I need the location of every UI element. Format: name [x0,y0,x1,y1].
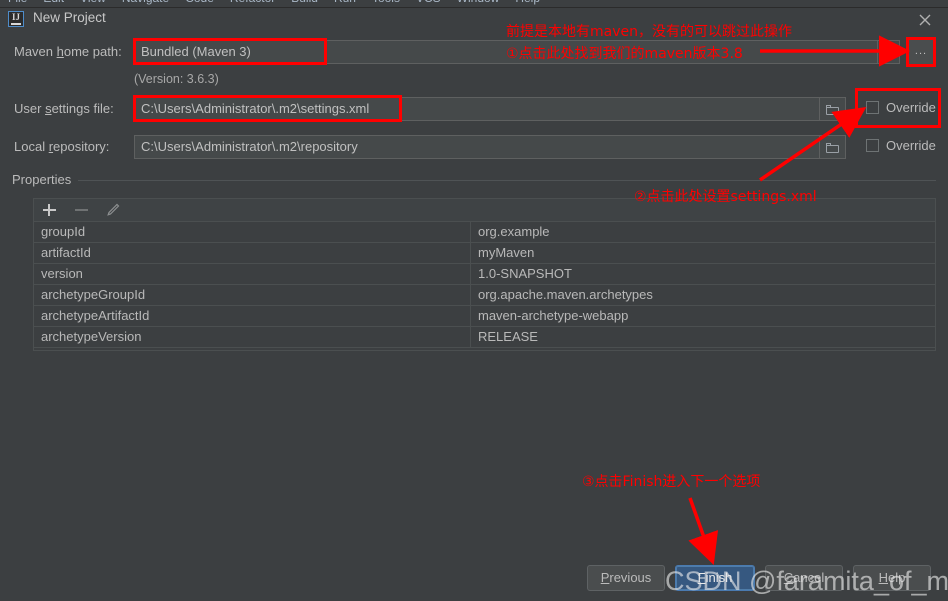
menu-item-window[interactable]: Window [457,0,500,5]
finish-button[interactable]: Finish [675,565,755,591]
previous-button[interactable]: Previous [587,565,665,591]
property-value-cell[interactable]: org.apache.maven.archetypes [471,285,935,305]
user-settings-file-label: User settings file: [14,101,114,116]
menu-item-view[interactable]: View [80,0,106,5]
local-repository-input[interactable]: C:\Users\Administrator\.m2\repository [134,135,820,159]
annotation-step-3: ③点击Finish进入下一个选项 [582,474,761,490]
property-key-cell[interactable]: artifactId [34,243,471,263]
property-value-cell[interactable]: myMaven [471,243,935,263]
minus-icon [72,201,90,219]
table-row[interactable]: archetypeGroupId org.apache.maven.archety… [34,285,935,306]
property-value-cell[interactable]: RELEASE [471,327,935,347]
checkbox-box [866,101,879,114]
local-repository-override-checkbox[interactable]: Override [866,138,936,153]
menu-item-vcs[interactable]: VCS [416,0,441,5]
menu-item-code[interactable]: Code [185,0,214,5]
plus-icon[interactable] [40,201,58,219]
property-key-cell[interactable]: archetypeVersion [34,327,471,347]
checkbox-box [866,139,879,152]
table-row[interactable]: version 1.0-SNAPSHOT [34,264,935,285]
user-settings-browse-button[interactable] [820,97,846,121]
dialog-titlebar: IJ New Project [0,7,948,32]
checkbox-label: Override [886,100,936,115]
menu-item-help[interactable]: Help [515,0,540,5]
properties-toolbar [33,198,936,221]
table-row[interactable]: archetypeArtifactId maven-archetype-webap… [34,306,935,327]
menu-item-refactor[interactable]: Refactor [230,0,275,5]
property-value-cell[interactable]: 1.0-SNAPSHOT [471,264,935,284]
properties-table[interactable]: groupId org.example artifactId myMaven versi… [33,221,936,351]
maven-home-browse-button[interactable]: ... [908,39,934,65]
property-value-cell[interactable]: maven-archetype-webapp [471,306,935,326]
help-button[interactable]: Help [853,565,931,591]
local-repository-browse-button[interactable] [820,135,846,159]
close-icon[interactable] [916,11,934,29]
user-settings-override-checkbox[interactable]: Override [866,100,936,115]
dialog-title: New Project [33,10,106,25]
menu-item-file[interactable]: File [8,0,27,5]
menu-item-run[interactable]: Run [334,0,356,5]
property-key-cell[interactable]: version [34,264,471,284]
local-repository-label: Local repository: [14,139,110,154]
property-key-cell[interactable]: archetypeArtifactId [34,306,471,326]
new-project-maven-dialog: File Edit View Navigate Code Refactor Bu… [0,0,948,601]
table-row[interactable]: archetypeVersion RELEASE [34,327,935,348]
menu-item-build[interactable]: Build [291,0,318,5]
maven-home-path-combobox[interactable]: Bundled (Maven 3) [134,40,878,64]
menu-item-navigate[interactable]: Navigate [122,0,169,5]
cancel-button[interactable]: Cancel [765,565,843,591]
folder-icon [826,105,839,115]
menu-item-edit[interactable]: Edit [43,0,64,5]
property-key-cell[interactable]: groupId [34,222,471,242]
table-row[interactable]: groupId org.example [34,222,935,243]
menu-item-tools[interactable]: Tools [372,0,400,5]
maven-home-path-dropdown-arrow[interactable] [878,40,900,64]
logo-underbar [11,23,21,25]
user-settings-file-input[interactable]: C:\Users\Administrator\.m2\settings.xml [134,97,820,121]
maven-home-path-label: Maven home path: [14,44,122,59]
pencil-icon [104,201,122,219]
property-value-cell[interactable]: org.example [471,222,935,242]
intellij-logo-icon: IJ [8,11,24,27]
folder-icon [826,143,839,153]
table-row[interactable]: artifactId myMaven [34,243,935,264]
maven-version-note: (Version: 3.6.3) [134,72,219,86]
properties-table-body: groupId org.example artifactId myMaven versi… [34,222,935,348]
ide-menubar-items: File Edit View Navigate Code Refactor Bu… [8,0,540,5]
property-key-cell[interactable]: archetypeGroupId [34,285,471,305]
properties-group-divider [78,180,936,181]
checkbox-label: Override [886,138,936,153]
properties-group-label: Properties [12,172,78,187]
